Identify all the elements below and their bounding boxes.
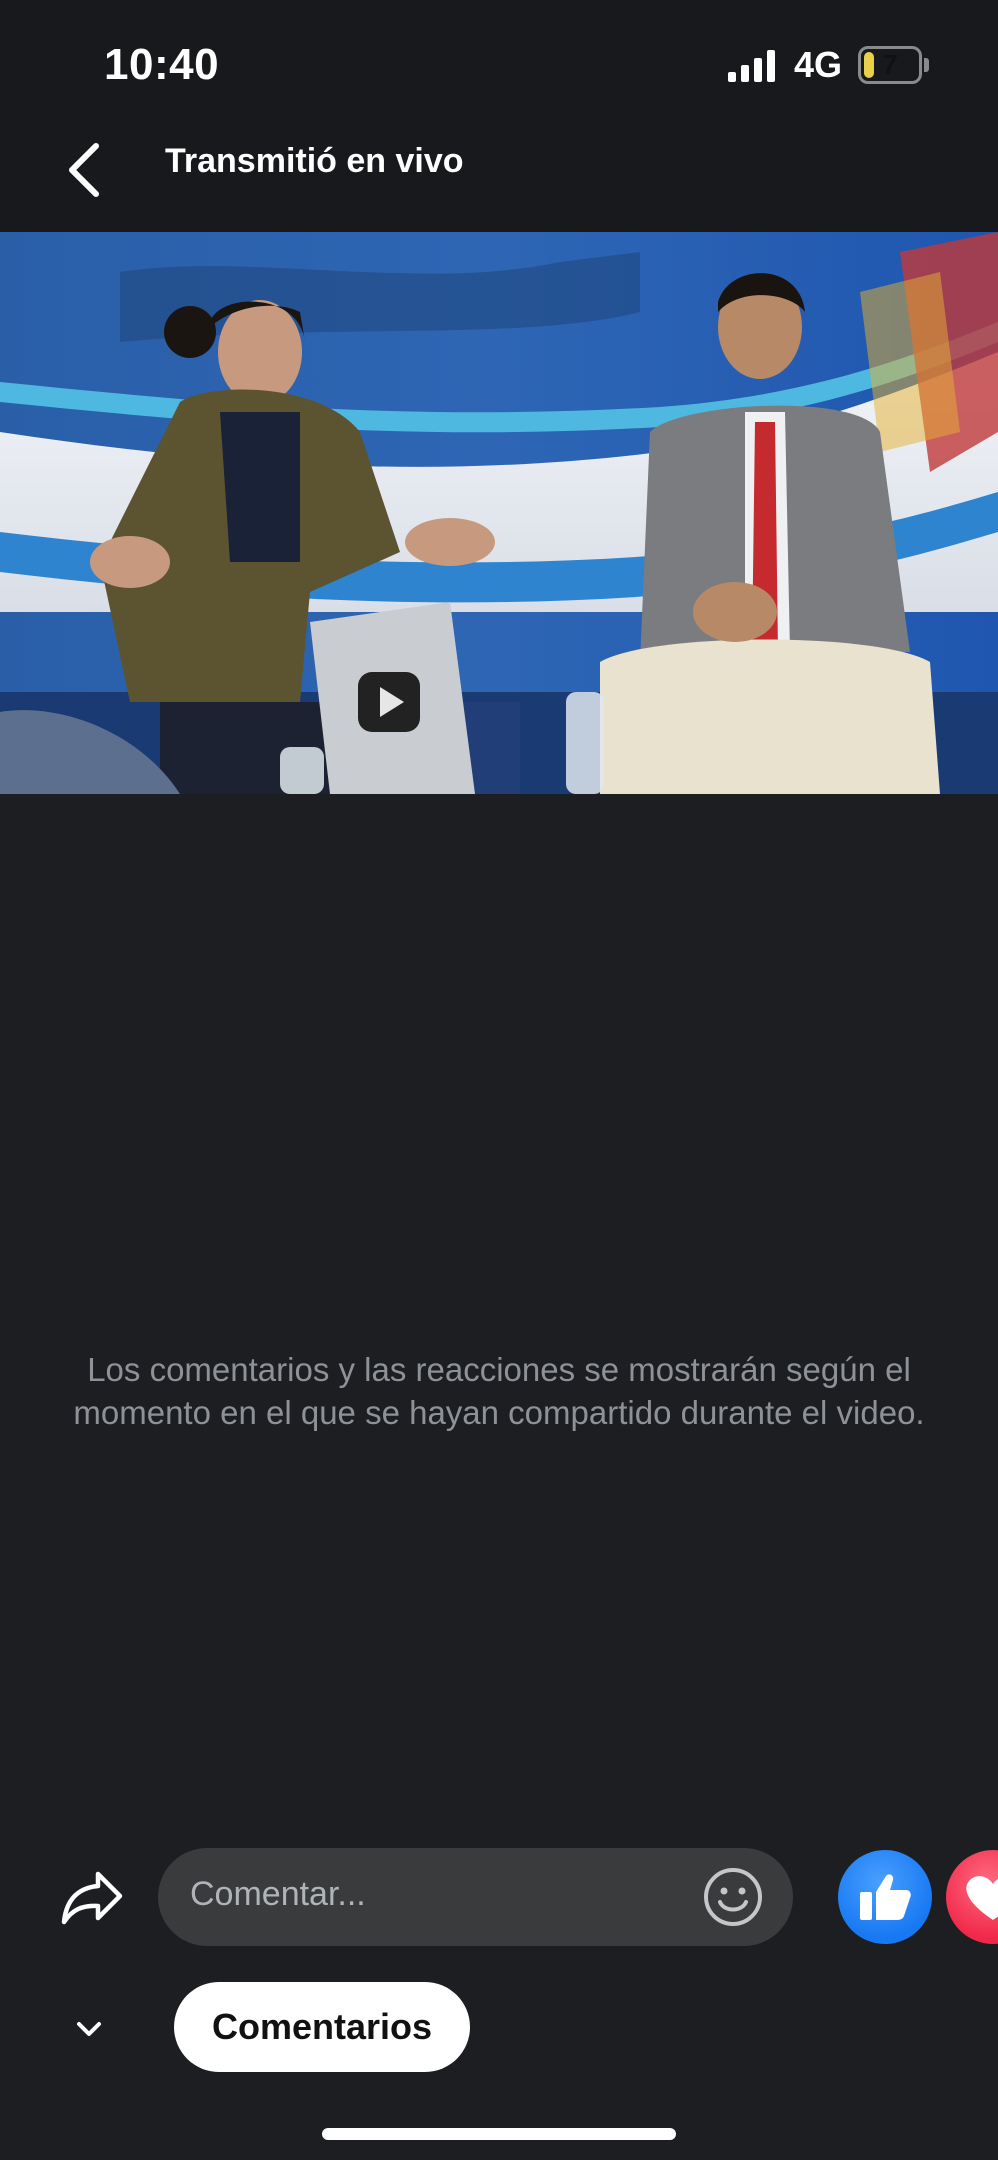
home-indicator[interactable] (322, 2128, 676, 2140)
battery-icon: 7 (858, 46, 922, 84)
share-button[interactable] (54, 1862, 130, 1934)
like-reaction-button[interactable] (838, 1850, 932, 1944)
smiley-icon[interactable] (702, 1866, 764, 1928)
comments-empty-message: Los comentarios y las reacciones se most… (73, 1351, 925, 1431)
collapse-button[interactable] (64, 2004, 114, 2054)
comment-placeholder: Comentar... (190, 1875, 366, 1913)
status-time: 10:40 (104, 40, 220, 89)
network-type: 4G (794, 44, 843, 85)
share-arrow-icon (61, 1871, 123, 1925)
heart-icon (966, 1876, 998, 1920)
video-player[interactable] (0, 232, 998, 794)
chevron-left-icon (69, 143, 99, 197)
battery-level: 7 (882, 49, 898, 80)
video-frame (0, 232, 998, 794)
love-reaction-button[interactable] (946, 1850, 998, 1944)
battery-nub (924, 58, 929, 72)
comment-input[interactable]: Comentar... (158, 1848, 793, 1946)
top-bar: Transmitió en vivo (0, 120, 998, 232)
chevron-down-icon (77, 2022, 101, 2036)
comments-tab-button[interactable]: Comentarios (174, 1982, 470, 2072)
thumbs-up-icon (860, 1874, 911, 1920)
cellular-signal-icon (728, 50, 775, 82)
page-title: Transmitió en vivo (165, 142, 464, 180)
back-button[interactable] (48, 130, 120, 210)
status-bar: 10:40 4G 7 (0, 0, 998, 120)
